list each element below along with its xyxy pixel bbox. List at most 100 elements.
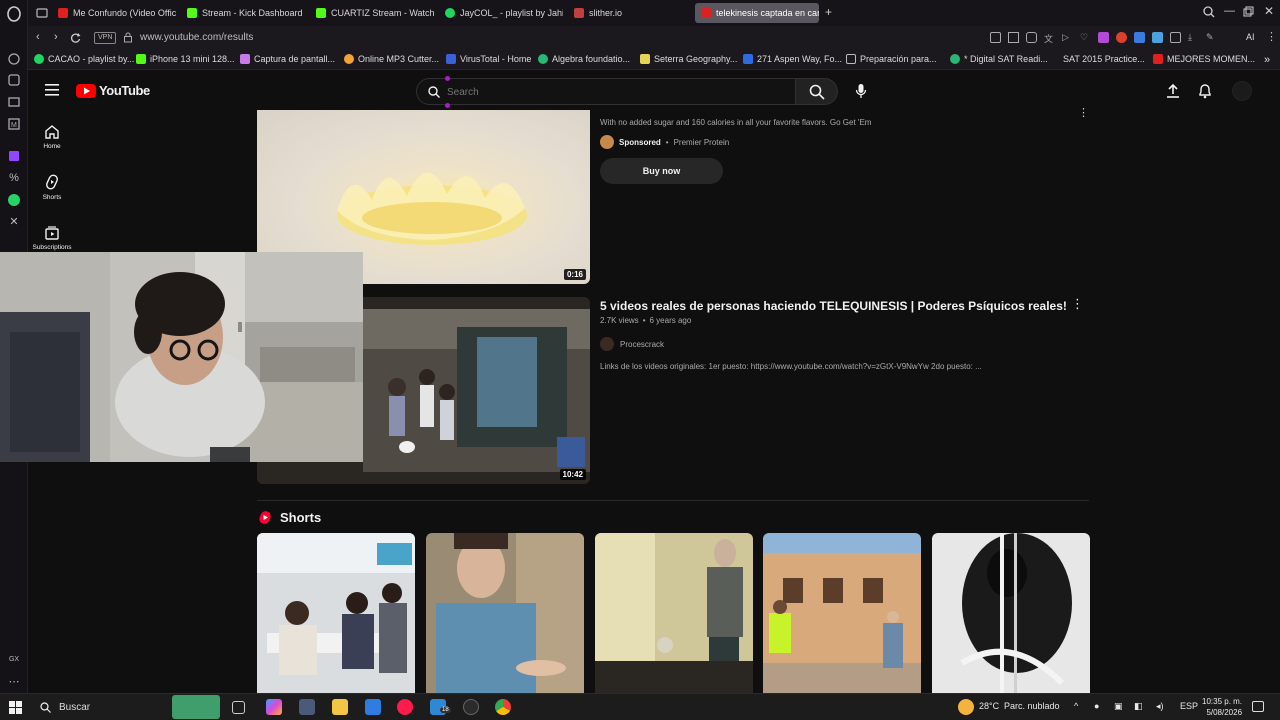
more-bookmarks-icon[interactable]: » — [1264, 54, 1270, 66]
sidebar-item-home[interactable]: Home — [28, 124, 76, 150]
restore-button[interactable] — [1243, 6, 1254, 17]
gx-corner-icon[interactable] — [6, 94, 22, 110]
tab-jaycol-playlist[interactable]: JayCOL_ - playlist by Jahid... — [439, 3, 563, 23]
copilot-icon[interactable] — [266, 699, 282, 715]
menu-icon[interactable]: ⋮ — [1266, 30, 1277, 43]
extensions-icon[interactable] — [1170, 32, 1181, 43]
short-item[interactable] — [932, 533, 1090, 693]
notifications-bell-icon[interactable] — [1198, 83, 1212, 99]
bookmark-item[interactable]: MEJORES MOMEN... — [1153, 54, 1255, 64]
weather-temp[interactable]: 28°C — [979, 701, 999, 711]
shield-icon[interactable] — [1026, 32, 1037, 43]
bookmark-item[interactable]: CACAO - playlist by... — [34, 54, 134, 64]
file-explorer-icon[interactable] — [332, 699, 348, 715]
download-icon[interactable]: ⤓ — [1188, 32, 1199, 43]
speed-dial-icon[interactable] — [6, 50, 22, 66]
bookmark-item[interactable]: Algebra foundatio... — [538, 54, 630, 64]
pin-icon[interactable] — [990, 32, 1001, 43]
short-item[interactable] — [426, 533, 584, 693]
url-field[interactable]: www.youtube.com/results — [140, 32, 253, 43]
camera-app-icon[interactable] — [299, 699, 315, 715]
search-highlight-image[interactable] — [172, 695, 220, 719]
microphone-icon[interactable] — [855, 83, 867, 99]
lock-icon[interactable] — [123, 32, 133, 43]
bookmark-item[interactable]: Online MP3 Cutter... — [344, 54, 439, 64]
gx-label[interactable]: GX — [6, 652, 22, 668]
new-tab-button[interactable]: + — [825, 5, 832, 19]
youtube-logo[interactable]: YouTube — [76, 83, 150, 98]
translate-icon[interactable]: 文 — [1044, 32, 1055, 44]
snapshot-icon[interactable] — [1008, 32, 1019, 43]
messenger-icon[interactable]: M — [6, 116, 22, 132]
bookmark-item[interactable]: SAT 2015 Practice... — [1063, 54, 1145, 64]
back-button[interactable]: ‹ — [36, 31, 40, 43]
bookmark-item[interactable]: 271 Aspen Way, Fo... — [743, 54, 842, 64]
more-icon[interactable]: ⋯ — [6, 674, 22, 690]
channel-row[interactable]: Procescrack — [600, 337, 664, 351]
tab-me-confundo[interactable]: Me Confundo (Video Offici... — [52, 3, 176, 23]
short-item[interactable] — [763, 533, 921, 693]
forward-button[interactable]: › — [54, 31, 58, 43]
clock[interactable]: 10:35 p. m. 5/08/2026 — [1202, 696, 1242, 718]
app-tray-icon[interactable]: ▣ — [1114, 701, 1123, 712]
video-more-options-icon[interactable]: ⋮ — [1071, 296, 1084, 312]
ai-button[interactable]: AI — [1246, 32, 1255, 42]
extension-skype-icon[interactable] — [1152, 32, 1163, 43]
network-icon[interactable]: ◧ — [1134, 701, 1143, 712]
x-twitter-icon[interactable]: ✕ — [6, 214, 22, 230]
video-title[interactable]: 5 videos reales de personas haciendo TEL… — [600, 299, 1067, 313]
bookmark-item[interactable]: Seterra Geography... — [640, 54, 737, 64]
hamburger-menu-icon[interactable] — [45, 84, 59, 96]
buy-now-button[interactable]: Buy now — [600, 158, 723, 184]
short-item[interactable] — [595, 533, 753, 693]
vpn-badge[interactable]: VPN — [94, 32, 117, 44]
close-window-button[interactable]: ✕ — [1264, 4, 1274, 18]
tab-telekinesis[interactable]: telekinesis captada en cam... — [695, 3, 819, 23]
chrome-icon[interactable] — [495, 699, 511, 715]
sidebar-item-shorts[interactable]: Shorts — [28, 174, 76, 201]
weather-icon[interactable] — [958, 699, 974, 715]
notifications-icon[interactable] — [1252, 701, 1264, 712]
search-box[interactable] — [416, 76, 796, 108]
language-indicator[interactable]: ESP — [1180, 701, 1198, 711]
channel-name[interactable]: Procescrack — [620, 340, 664, 349]
opera-taskbar-icon[interactable] — [397, 699, 413, 715]
tab-cuartiz-stream[interactable]: CUARTIZ Stream - Watch L... — [310, 3, 434, 23]
bookmark-item[interactable]: Captura de pantall... — [240, 54, 335, 64]
percent-icon[interactable]: % — [6, 170, 22, 186]
edge-icon[interactable] — [365, 699, 381, 715]
ad-more-options-icon[interactable]: ⋮ — [1078, 106, 1089, 119]
minimize-button[interactable]: — — [1224, 5, 1235, 17]
upload-icon[interactable] — [1166, 83, 1180, 99]
tab-overview-icon[interactable] — [36, 7, 48, 19]
search-input[interactable] — [447, 84, 777, 100]
task-view-icon[interactable] — [232, 701, 245, 714]
extension-blue-icon[interactable] — [1134, 32, 1145, 43]
bookmark-item[interactable]: iPhone 13 mini 128... — [136, 54, 235, 64]
volume-icon[interactable]: ◂) — [1156, 701, 1164, 712]
bookmark-item[interactable]: Preparación para... — [846, 54, 937, 64]
extension-red-icon[interactable] — [1116, 32, 1127, 43]
easy-setup-icon[interactable]: ✎ — [1206, 32, 1217, 43]
sidebar-item-subscriptions[interactable]: Subscriptions — [28, 225, 76, 251]
bookmark-item[interactable]: VirusTotal - Home — [446, 54, 531, 64]
search-tabs-icon[interactable] — [1203, 6, 1215, 18]
whatsapp-icon[interactable] — [6, 192, 22, 208]
bookmark-item[interactable]: * Digital SAT Readi... — [950, 54, 1048, 64]
play-icon[interactable]: ▷ — [1062, 32, 1073, 43]
advertiser-avatar[interactable] — [600, 135, 614, 149]
avatar[interactable] — [1232, 81, 1252, 101]
obs-icon[interactable] — [463, 699, 479, 715]
channel-avatar[interactable] — [600, 337, 614, 351]
chevron-up-icon[interactable]: ^ — [1074, 701, 1078, 711]
opera-logo-icon[interactable] — [6, 6, 22, 22]
tab-kick-dashboard[interactable]: Stream - Kick Dashboard — [181, 3, 305, 23]
microphone-tray-icon[interactable]: ● — [1094, 701, 1099, 711]
advertiser-name[interactable]: Premier Protein — [674, 138, 730, 147]
short-item[interactable] — [257, 533, 415, 693]
weather-desc[interactable]: Parc. nublado — [1004, 701, 1060, 711]
search-button[interactable] — [796, 78, 838, 105]
tab-slither[interactable]: slither.io — [568, 3, 692, 23]
windows-start-icon[interactable] — [9, 701, 22, 714]
gx-control-icon[interactable] — [6, 72, 22, 88]
